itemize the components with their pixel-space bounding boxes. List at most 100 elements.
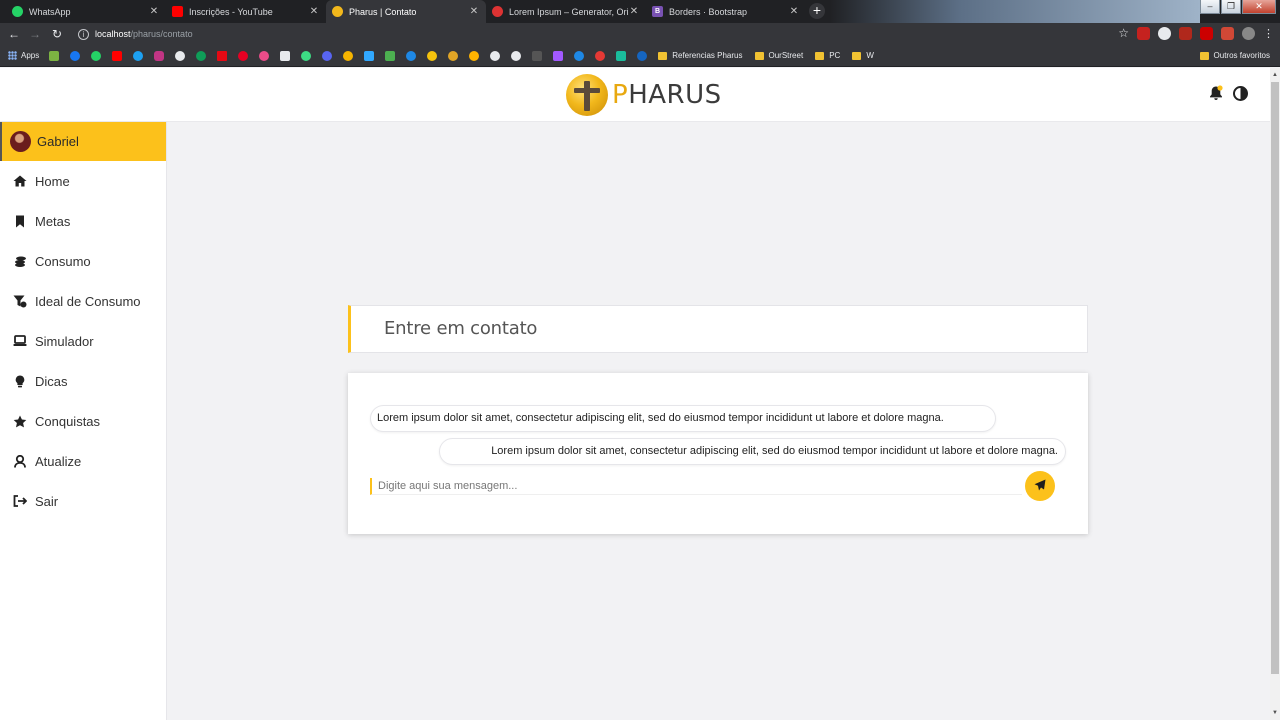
bookmark-site-icon[interactable] <box>427 50 438 61</box>
address-bar[interactable]: i localhost/pharus/contato <box>72 25 1112 43</box>
tab-pharus-contato[interactable]: Pharus | Contato ✕ <box>326 0 486 23</box>
netflix-icon[interactable] <box>217 50 228 61</box>
folder-icon <box>658 51 668 60</box>
bookmark-site-icon[interactable] <box>343 50 354 61</box>
youtube-icon[interactable] <box>112 50 123 61</box>
bookmark-site-icon[interactable] <box>364 50 375 61</box>
tab-lorem-ipsum[interactable]: Lorem Ipsum – Generator, Origin ✕ <box>486 0 646 23</box>
scroll-up-icon[interactable]: ▲ <box>1270 70 1280 80</box>
close-tab-icon[interactable]: ✕ <box>308 6 320 17</box>
bookmark-site-icon[interactable] <box>259 50 270 61</box>
page-title: Entre em contato <box>384 318 538 339</box>
github-icon[interactable] <box>490 50 501 61</box>
restore-button[interactable]: ❐ <box>1221 0 1241 14</box>
bookmark-site-icon[interactable] <box>532 50 543 61</box>
sidebar-item-consumo[interactable]: Consumo <box>0 241 166 281</box>
figma-icon[interactable] <box>553 50 564 61</box>
bookmark-folder-referencias-pharus[interactable]: Referencias Pharus <box>658 51 743 60</box>
close-tab-icon[interactable]: ✕ <box>468 6 480 17</box>
browser-menu-icon[interactable]: ⋮ <box>1263 27 1274 40</box>
scroll-down-icon[interactable]: ▼ <box>1270 708 1280 718</box>
forward-button[interactable]: → <box>27 26 43 42</box>
bookmark-site-icon[interactable] <box>637 50 648 61</box>
bookmark-site-icon[interactable] <box>511 50 522 61</box>
bookmark-site-icon[interactable] <box>301 50 312 61</box>
bookmark-folder-pc[interactable]: PC <box>815 51 840 60</box>
header-actions <box>1209 85 1248 101</box>
close-window-button[interactable]: ✕ <box>1242 0 1276 14</box>
facebook-icon[interactable] <box>70 50 81 61</box>
bookmark-site-icon[interactable] <box>616 50 627 61</box>
bookmark-site-icon[interactable] <box>574 50 585 61</box>
bookmark-other-favorites[interactable]: Outros favoritos <box>1199 51 1270 60</box>
bookmark-site-icon[interactable] <box>406 50 417 61</box>
bookmark-folder-ourstreet[interactable]: OurStreet <box>754 51 803 60</box>
tab-whatsapp[interactable]: WhatsApp ✕ <box>6 0 166 23</box>
sidebar-item-simulador[interactable]: Simulador <box>0 321 166 361</box>
instagram-icon[interactable] <box>154 50 165 61</box>
extension-translate-icon[interactable] <box>1158 26 1171 40</box>
page-scrollbar[interactable]: ▲ ▼ <box>1270 68 1280 720</box>
bookmark-site-icon[interactable] <box>49 50 60 61</box>
minimize-button[interactable]: – <box>1200 0 1220 14</box>
sidebar-item-ideal-de-consumo[interactable]: Ideal de Consumo <box>0 281 166 321</box>
extension-youtube-icon[interactable] <box>1200 26 1213 40</box>
sidebar-item-dicas[interactable]: Dicas <box>0 361 166 401</box>
google-drive-icon[interactable] <box>196 50 207 61</box>
tab-bootstrap-borders[interactable]: B Borders · Bootstrap ✕ <box>646 0 806 23</box>
new-tab-button[interactable]: + <box>809 3 825 19</box>
bookmark-apps[interactable]: Apps <box>8 51 39 60</box>
logo-text: PHARUS <box>612 80 722 110</box>
url-host: localhost <box>95 29 131 39</box>
bookmark-site-icon[interactable] <box>322 50 333 61</box>
extension-adblock-icon[interactable] <box>1137 26 1150 40</box>
bookmark-site-icon[interactable] <box>595 50 606 61</box>
sidebar-item-sair[interactable]: Sair <box>0 481 166 521</box>
extension-pdf-icon[interactable] <box>1179 26 1192 40</box>
scrollbar-thumb[interactable] <box>1271 82 1279 674</box>
sidebar-item-atualize[interactable]: Atualize <box>0 441 166 481</box>
whatsapp-icon[interactable] <box>91 50 102 61</box>
twitter-icon[interactable] <box>133 50 144 61</box>
theme-toggle-icon[interactable] <box>1233 85 1248 101</box>
reload-button[interactable]: ↻ <box>49 26 65 42</box>
sidebar-item-conquistas[interactable]: Conquistas <box>0 401 166 441</box>
lightbulb-icon <box>13 374 27 388</box>
sidebar-item-metas[interactable]: Metas <box>0 201 166 241</box>
folder-icon <box>852 51 862 60</box>
bookmark-site-icon[interactable] <box>385 50 396 61</box>
sidebar-item-label: Conquistas <box>35 413 101 429</box>
pharus-logo[interactable]: PHARUS <box>566 74 722 116</box>
folder-icon <box>1199 51 1209 60</box>
close-tab-icon[interactable]: ✕ <box>628 6 640 17</box>
window-controls: – ❐ ✕ <box>1199 0 1276 14</box>
bookmark-site-icon[interactable] <box>469 50 480 61</box>
send-message-button[interactable] <box>1025 471 1055 501</box>
profile-avatar-icon[interactable] <box>1242 26 1255 40</box>
sidebar-item-home[interactable]: Home <box>0 161 166 201</box>
close-tab-icon[interactable]: ✕ <box>148 6 160 17</box>
message-input[interactable] <box>370 478 1022 495</box>
pinterest-icon[interactable] <box>238 50 249 61</box>
extension-office-icon[interactable] <box>1221 26 1234 40</box>
notification-bell-icon[interactable] <box>1209 85 1223 101</box>
info-icon[interactable]: i <box>78 28 89 40</box>
star-icon <box>13 414 27 428</box>
tab-title: Borders · Bootstrap <box>669 6 748 17</box>
back-button[interactable]: ← <box>6 26 22 42</box>
user-icon <box>13 454 27 468</box>
bookmark-site-icon[interactable] <box>448 50 459 61</box>
url-path: /pharus/contato <box>130 29 193 39</box>
bookmark-site-icon[interactable] <box>280 50 291 61</box>
bookmarks-bar: Apps Referencias Pharus OurStreet PC W O… <box>0 45 1280 67</box>
laptop-icon <box>13 334 27 348</box>
toolbar-extensions: ☆ ⋮ <box>1118 26 1274 40</box>
bookmark-star-icon[interactable]: ☆ <box>1118 26 1129 40</box>
sidebar-profile[interactable]: Gabriel <box>0 122 166 161</box>
google-icon[interactable] <box>175 50 186 61</box>
bookmark-folder-w[interactable]: W <box>852 51 874 60</box>
close-tab-icon[interactable]: ✕ <box>788 6 800 17</box>
sidebar-item-label: Metas <box>35 213 71 229</box>
tab-youtube[interactable]: Inscrições - YouTube ✕ <box>166 0 326 23</box>
sidebar-item-label: Sair <box>35 493 59 509</box>
